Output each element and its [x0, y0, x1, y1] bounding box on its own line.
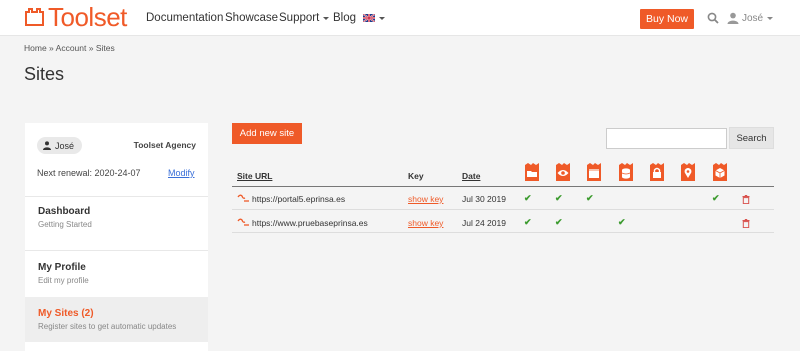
column-header-site-url[interactable]: Site URL — [237, 171, 272, 181]
cube-icon — [713, 163, 727, 181]
breadcrumb: Home » Account » Sites — [24, 43, 115, 53]
page-title: Sites — [24, 64, 65, 84]
divider — [25, 250, 208, 251]
caret-down-icon — [379, 16, 385, 20]
site-url: https://www.pruebaseprinsa.es — [252, 218, 368, 228]
database-icon — [619, 163, 633, 181]
add-new-site-button[interactable]: Add new site — [232, 123, 302, 144]
site-date: Jul 24 2019 — [462, 218, 506, 228]
check-icon: ✔ — [712, 193, 720, 203]
calendar-icon — [587, 163, 601, 181]
divider — [25, 196, 208, 197]
user-icon — [43, 141, 51, 150]
agency-label: Toolset Agency — [133, 140, 196, 150]
nav-support-label: Support — [279, 12, 320, 24]
map-marker-icon — [681, 163, 695, 181]
sidebar-item-dashboard[interactable]: Dashboard Getting Started — [25, 206, 208, 246]
sidebar-item-title: My Profile — [38, 262, 86, 273]
check-icon: ✔ — [618, 217, 626, 227]
sidebar-user-name: José — [55, 140, 75, 151]
trash-icon[interactable] — [742, 219, 750, 228]
toolset-logo[interactable]: Toolset — [24, 4, 127, 30]
show-key-link[interactable]: show key — [408, 218, 443, 228]
row-divider — [232, 232, 774, 233]
modify-link[interactable]: Modify — [168, 168, 195, 178]
search-icon[interactable] — [707, 12, 719, 24]
user-icon — [727, 12, 739, 24]
nav-blog-label: Blog — [333, 12, 357, 24]
column-header-key: Key — [408, 171, 424, 181]
nav-documentation-label: Documentation — [146, 12, 224, 24]
trash-icon[interactable] — [742, 195, 750, 204]
search-input[interactable] — [606, 128, 727, 149]
language-selector[interactable] — [363, 0, 385, 36]
user-name: José — [742, 12, 764, 24]
check-icon: ✔ — [524, 217, 532, 227]
user-menu[interactable]: José — [727, 0, 774, 36]
toolset-site-icon — [237, 194, 249, 202]
row-divider — [232, 209, 774, 210]
caret-down-icon — [767, 16, 774, 20]
sidebar-item-subtitle: Getting Started — [38, 220, 92, 229]
nav-blog[interactable]: Blog — [333, 0, 356, 36]
show-key-link[interactable]: show key — [408, 194, 443, 204]
toolset-site-icon — [237, 218, 249, 226]
uk-flag-icon — [363, 14, 375, 22]
check-icon: ✔ — [555, 217, 563, 227]
nav-showcase-label: Showcase — [225, 12, 279, 24]
renewal-date: Next renewal: 2020-24-07 — [37, 168, 141, 178]
site-url: https://portal5.eprinsa.es — [252, 194, 346, 204]
check-icon: ✔ — [555, 193, 563, 203]
sidebar-item-my-profile[interactable]: My Profile Edit my profile — [25, 254, 208, 294]
sidebar-item-my-sites[interactable]: My Sites (2) Register sites to get autom… — [25, 297, 208, 342]
buy-now-button[interactable]: Buy Now — [640, 9, 694, 29]
account-sidebar: José Toolset Agency Next renewal: 2020-2… — [25, 123, 208, 351]
table-header-divider — [232, 186, 774, 187]
nav-showcase[interactable]: Showcase — [225, 0, 278, 36]
column-header-date[interactable]: Date — [462, 171, 480, 181]
toolset-logo-icon — [25, 8, 44, 26]
nav-support[interactable]: Support — [279, 0, 330, 36]
top-navbar: Toolset Documentation Showcase Support B… — [0, 0, 800, 36]
lock-icon — [650, 163, 664, 181]
sidebar-item-subtitle: Edit my profile — [38, 276, 89, 285]
folder-icon — [525, 163, 539, 181]
nav-documentation[interactable]: Documentation — [146, 0, 223, 36]
site-date: Jul 30 2019 — [462, 194, 506, 204]
caret-down-icon — [323, 16, 330, 20]
search-button[interactable]: Search — [729, 127, 774, 149]
sidebar-item-title: My Sites (2) — [38, 308, 94, 319]
sidebar-item-subtitle: Register sites to get automatic updates — [38, 322, 177, 331]
sidebar-item-title: Dashboard — [38, 206, 91, 217]
user-badge: José — [37, 137, 83, 154]
logo-text: Toolset — [48, 2, 127, 32]
check-icon: ✔ — [586, 193, 594, 203]
eye-icon — [556, 163, 570, 181]
check-icon: ✔ — [524, 193, 532, 203]
